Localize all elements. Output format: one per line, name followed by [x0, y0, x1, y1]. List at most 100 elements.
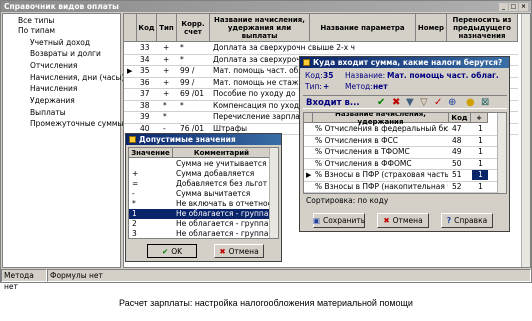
cancel-icon: ✖ — [219, 246, 226, 256]
tree-item-all[interactable]: Все типы — [17, 16, 54, 26]
tree-item[interactable]: Выплаты — [29, 108, 66, 118]
cell-code: 49 — [452, 147, 462, 156]
ok-button-label: OK — [171, 246, 183, 256]
minimize-button[interactable]: _ — [499, 2, 508, 11]
cell-flag: 1 — [478, 135, 483, 145]
tree-item[interactable]: Начисления, дни (часы) — [29, 73, 124, 83]
tree-item[interactable]: Возвраты и долги — [29, 49, 101, 59]
cell-flag: 1 — [472, 170, 488, 180]
maximize-button[interactable]: □ — [509, 2, 518, 11]
close-button[interactable]: × — [519, 2, 528, 11]
allowed-col-value[interactable]: Значение — [129, 148, 173, 158]
tree-item[interactable]: Промежуточные суммы — [29, 119, 123, 129]
status-formula: Формулы нет — [47, 269, 531, 282]
allowed-scrollbar[interactable] — [269, 148, 278, 238]
window-controls: _ □ × — [499, 2, 528, 11]
table-row[interactable]: % Взносы в ПФР (накопительная часть) 52 1 — [304, 181, 498, 193]
col-type[interactable]: Тип — [157, 14, 177, 42]
cell-type: + — [163, 77, 170, 87]
row-indicator: ▶ — [127, 67, 133, 75]
filter-clear-icon[interactable]: ▽ — [420, 97, 428, 108]
main-title: Справочник видов оплаты — [4, 2, 119, 11]
tree-item[interactable]: Удержания — [29, 96, 75, 106]
table-row[interactable]: % Отчисления в ТФОМС 49 1 — [304, 147, 498, 159]
cell-name: % Взносы в ПФР (накопительная часть) — [315, 181, 448, 191]
status-bar: Метода нет Формулы нет — [1, 269, 531, 291]
entry-dialog: Куда входит сумма, какие налоги берутся?… — [299, 56, 510, 232]
cell-comment: Сумма вычитается — [176, 189, 251, 198]
method-value: нет — [373, 82, 388, 91]
app-icon — [129, 136, 136, 143]
allowed-cancel-button[interactable]: ✖ Отмена — [214, 244, 264, 258]
filter-icon[interactable]: ▼ — [406, 97, 414, 108]
cell-name: % Отчисления в ФСС — [315, 135, 399, 145]
hint-icon[interactable]: ● — [466, 97, 475, 108]
cell-type: * — [163, 112, 167, 121]
cell-type: - — [163, 123, 166, 133]
status-method: Метода нет — [1, 269, 47, 291]
table-row[interactable]: % Отчисления в ФСС 48 1 — [304, 135, 498, 147]
delete-icon[interactable]: ✖ — [392, 97, 400, 108]
entry-info: Код: 35 Название: Мат. помощь част. обла… — [304, 71, 504, 93]
list-item[interactable]: * Не включать в отчетность — [129, 199, 271, 209]
cell-value: 2 — [132, 219, 137, 228]
col-indicator — [124, 14, 137, 42]
entry-dialog-titlebar: Куда входит сумма, какие налоги берутся? — [300, 57, 509, 68]
table-row[interactable]: 33 + * Доплата за сверхурочн свыше 2-х ч — [124, 43, 518, 55]
row-indicator: ▶ — [306, 171, 312, 179]
entry-col-code[interactable]: Код — [449, 113, 471, 123]
table-row[interactable]: % Отчисления в ФФОМС 50 1 — [304, 158, 498, 170]
ok-icon: ✔ — [161, 246, 169, 256]
allowed-cancel-label: Отмена — [228, 246, 259, 256]
cell-name: % Взносы в ПФР (страховая часть) — [315, 170, 448, 179]
col-account[interactable]: Корр. счет — [177, 14, 210, 42]
cell-flag: 1 — [478, 181, 483, 191]
tree-item[interactable]: Отчисления — [29, 61, 77, 71]
grid-settings-icon[interactable]: ⊠ — [481, 97, 489, 108]
list-item[interactable]: - Сумма вычитается — [129, 189, 270, 199]
cancel-button-label: Отмена — [392, 216, 423, 225]
col-number[interactable]: Номер — [416, 14, 447, 42]
tree-item[interactable]: Учетный доход — [29, 38, 90, 48]
table-row[interactable]: % Отчисления в федеральный бюджет 47 1 — [304, 124, 498, 136]
grid-scrollbar[interactable] — [521, 14, 530, 267]
col-name[interactable]: Название начисления, удержания или выпла… — [210, 14, 310, 42]
list-item[interactable]: + Сумма добавляется — [129, 169, 270, 179]
table-row[interactable]: ▶% Взносы в ПФР (страховая часть) 51 1 — [304, 170, 498, 182]
help-button[interactable]: ? Справка — [441, 213, 493, 228]
col-code[interactable]: Код — [137, 14, 157, 42]
list-item[interactable]: = Добавляется без льгот — [129, 179, 270, 189]
cell-type: + — [163, 89, 170, 98]
col-param[interactable]: Название параметра — [310, 14, 416, 42]
entry-dialog-title: Куда входит сумма, какие налоги берутся? — [313, 58, 503, 67]
cell-value: 1 — [132, 209, 137, 218]
cell-name: Доплата за сверхурочн свыше 2-х ч — [213, 43, 355, 52]
cell-code: 35 — [140, 66, 150, 75]
list-item[interactable]: 1 Не облагается - группа 1 — [129, 209, 271, 219]
save-button[interactable]: ▣ Сохранить — [313, 213, 365, 228]
mark-icon[interactable]: ✓ — [434, 97, 442, 108]
cell-account: 99 / — [180, 66, 195, 75]
entry-scrollbar[interactable] — [497, 113, 506, 193]
cancel-button[interactable]: ✖ Отмена — [377, 213, 429, 228]
entry-col-name[interactable]: Название начисления, удержания — [313, 113, 449, 126]
ok-button[interactable]: ✔ OK — [147, 244, 197, 258]
list-item[interactable]: 2 Не облагается - группа 2 — [129, 219, 271, 229]
allowed-title: Допустимые значения — [139, 135, 236, 144]
tree-item[interactable]: Начисления — [29, 84, 77, 94]
unmark-icon[interactable]: ⊕ — [448, 97, 456, 108]
allowed-col-comment[interactable]: Комментарий — [173, 148, 271, 158]
entry-col-flag[interactable]: + — [471, 113, 488, 123]
check-icon[interactable]: ✔ — [377, 97, 385, 108]
list-item[interactable]: Сумма не учитывается — [129, 159, 270, 169]
name-label: Название: — [345, 71, 386, 80]
method-label: Метод: — [345, 82, 373, 91]
list-item[interactable]: 3 Не облагается - группа 3 — [129, 229, 271, 238]
enters-label: Входит в... — [306, 98, 360, 108]
cell-account: * — [180, 54, 184, 64]
col-carry[interactable]: Переносить из предыдущего назначения — [447, 14, 518, 42]
tree-item-by-type[interactable]: По типам — [17, 26, 55, 36]
cell-code: 39 — [140, 112, 150, 121]
cell-code: 50 — [452, 158, 462, 168]
cell-code: 51 — [452, 170, 462, 179]
